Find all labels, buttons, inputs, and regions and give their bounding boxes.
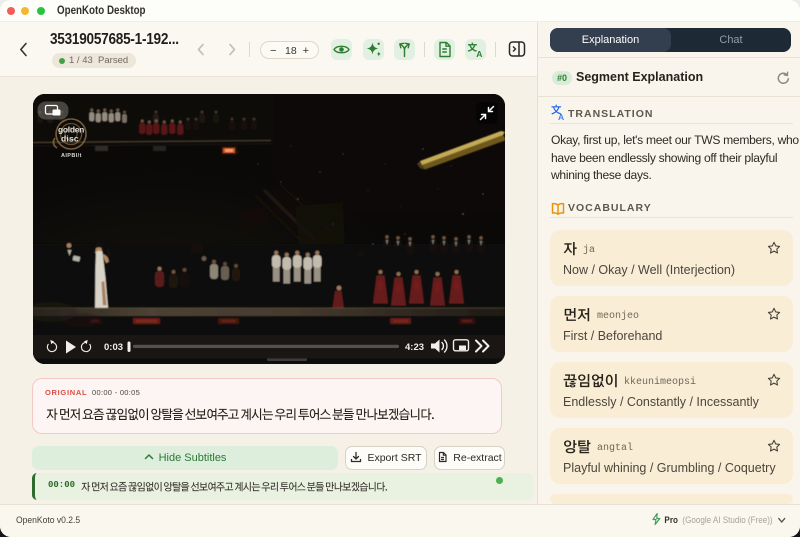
- svg-text:4:23: 4:23: [405, 342, 424, 353]
- svg-text:disc: disc: [61, 134, 79, 144]
- svg-text:A: A: [476, 49, 482, 59]
- svg-text:AIPBI/t: AIPBI/t: [61, 153, 82, 159]
- svg-text:A: A: [558, 112, 564, 122]
- svg-text:0:03: 0:03: [104, 342, 123, 353]
